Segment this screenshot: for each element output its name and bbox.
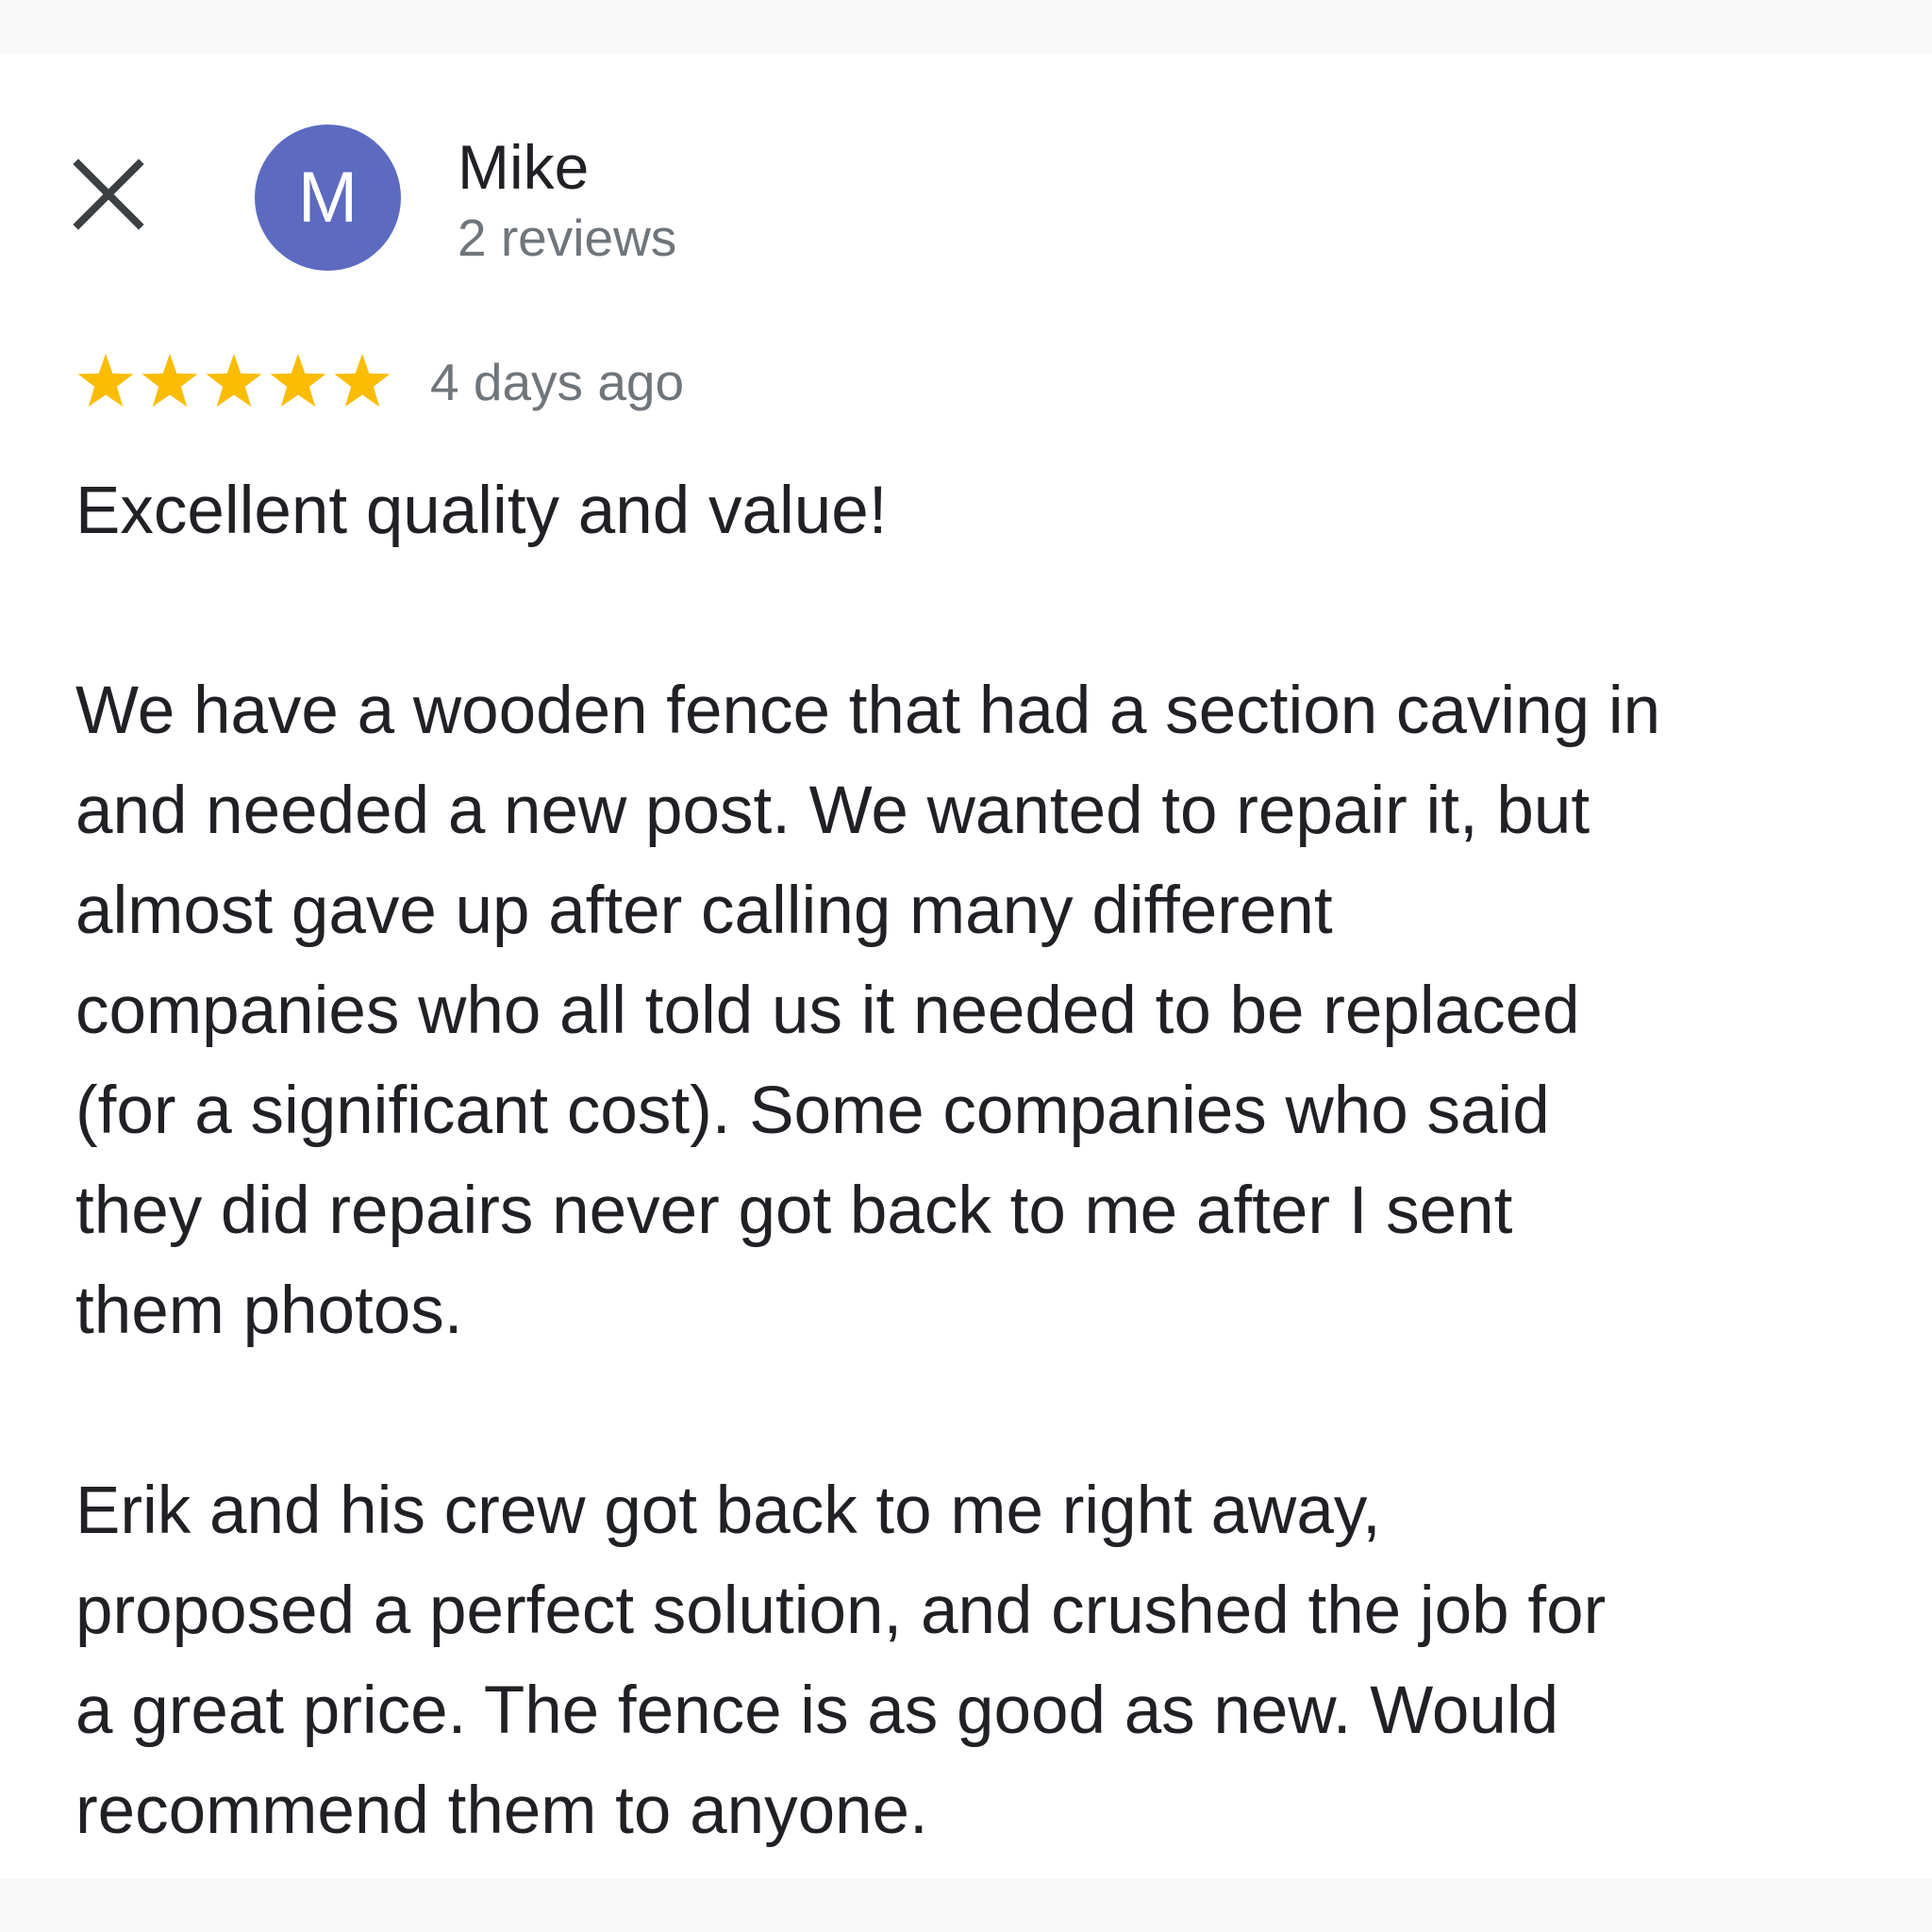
- review-count: 2 reviews: [458, 208, 677, 267]
- review-time: 4 days ago: [430, 353, 685, 411]
- review-card: M Mike 2 reviews 4 days ago Excellent qu…: [0, 54, 1932, 1879]
- star-icon: [140, 352, 200, 412]
- author-name[interactable]: Mike: [458, 129, 589, 205]
- star-icon: [332, 352, 392, 412]
- review-paragraph: Excellent quality and value!: [75, 474, 888, 548]
- avatar[interactable]: M: [255, 125, 401, 271]
- star-rating: [75, 352, 392, 412]
- star-icon: [75, 352, 136, 412]
- review-text: Excellent quality and value! We have a w…: [75, 461, 1887, 1861]
- star-icon: [204, 352, 264, 412]
- close-button[interactable]: [58, 144, 158, 244]
- review-paragraph: Erik and his crew got back to me right a…: [75, 1474, 1607, 1848]
- close-icon: [73, 158, 144, 230]
- review-paragraph: We have a wooden fence that had a sectio…: [75, 674, 1661, 1348]
- star-icon: [268, 352, 328, 412]
